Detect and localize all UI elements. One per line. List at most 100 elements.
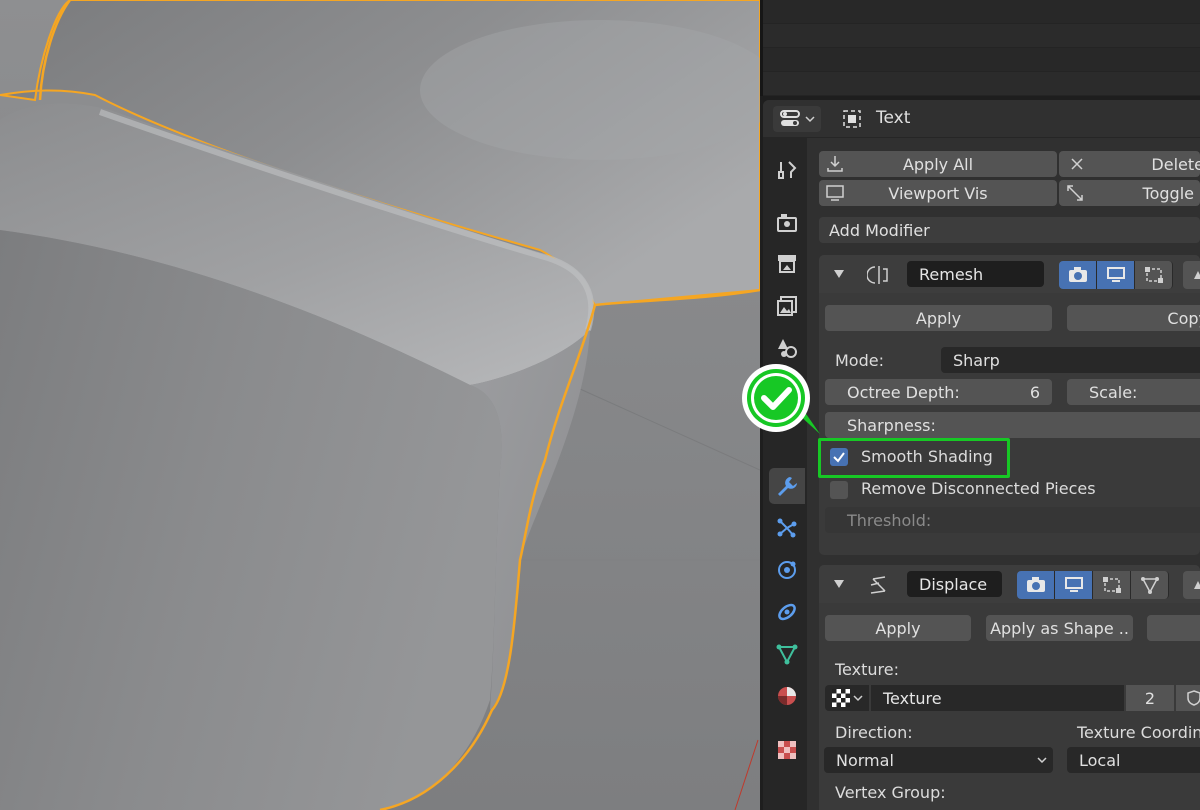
modifier-stack: Apply All Delete Viewport Vis Toggle Add… [807, 138, 1200, 810]
on-cage-icon [1140, 577, 1159, 594]
sharpness-field[interactable]: Sharpness: [825, 412, 1200, 438]
triangle-up-icon [1194, 271, 1200, 279]
remove-disconnected-label[interactable]: Remove Disconnected Pieces [861, 479, 1096, 498]
scale-field[interactable]: Scale: [1067, 379, 1200, 405]
smooth-shading-checkbox[interactable] [830, 448, 848, 466]
mode-dropdown[interactable]: Sharp [941, 347, 1200, 373]
chevron-down-icon [853, 695, 863, 702]
smooth-shading-label[interactable]: Smooth Shading [861, 447, 993, 466]
object-context-icon [843, 110, 861, 128]
tab-output[interactable] [769, 246, 805, 282]
tab-scene[interactable] [769, 330, 805, 366]
tool-icon [778, 161, 797, 179]
texture-coordinates-value: Local [1079, 750, 1121, 770]
texture-browse-button[interactable] [825, 685, 869, 711]
tab-modifiers[interactable] [769, 468, 805, 504]
collapse-triangle-icon[interactable] [833, 579, 845, 589]
outliner-row[interactable] [763, 72, 1200, 96]
tab-object[interactable] [769, 372, 805, 408]
tab-view-layer[interactable] [769, 288, 805, 324]
tab-tool[interactable] [769, 152, 805, 188]
tab-material[interactable] [769, 678, 805, 714]
octree-depth-field[interactable]: Octree Depth: 6 [825, 379, 1052, 405]
displace-copy-button[interactable] [1147, 615, 1200, 641]
outliner-row[interactable] [763, 24, 1200, 48]
shield-icon [1187, 690, 1200, 706]
remesh-visibility-toggles [1059, 261, 1173, 289]
remove-disconnected-checkbox[interactable] [830, 481, 848, 499]
apply-all-button[interactable]: Apply All [819, 151, 1057, 177]
monitor-icon [1064, 577, 1083, 592]
tab-data[interactable] [769, 636, 805, 672]
data-icon [776, 644, 798, 665]
edit-mode-toggle[interactable] [1093, 571, 1131, 599]
texture-name: Texture [883, 688, 942, 708]
tab-physics[interactable] [769, 552, 805, 588]
render-toggle[interactable] [1059, 261, 1097, 289]
threshold-field: Threshold: [825, 507, 1200, 533]
tab-constraints[interactable] [769, 594, 805, 630]
remesh-icon [867, 266, 888, 284]
texture-name-field[interactable]: Texture [871, 685, 1124, 711]
collapse-triangle-icon[interactable] [833, 269, 845, 279]
viewport-toggle[interactable] [1055, 571, 1093, 599]
constraints-icon [778, 603, 796, 621]
displace-panel-header: Displace [819, 565, 1200, 603]
right-editor-column: Text Apply All Delete Viewport Vis Toggl… [760, 0, 1200, 810]
viewport-vis-button[interactable]: Viewport Vis [819, 180, 1057, 206]
add-modifier-label: Add Modifier [829, 220, 930, 240]
displace-name-field[interactable]: Displace [907, 571, 1002, 597]
texture-users-count[interactable]: 2 [1126, 685, 1174, 711]
apply-all-label: Apply All [902, 154, 974, 174]
remesh-modifier-panel: Remesh Apply Cop Mode: Sharp Octree Dept… [819, 255, 1200, 555]
outliner-row[interactable] [763, 0, 1200, 24]
editor-type-dropdown[interactable] [773, 106, 821, 132]
render-toggle[interactable] [1017, 571, 1055, 599]
tab-render[interactable] [769, 204, 805, 240]
remesh-name-field[interactable]: Remesh [907, 261, 1044, 287]
threshold-label: Threshold: [847, 510, 932, 530]
direction-dropdown[interactable]: Normal [824, 747, 1053, 773]
outliner-row[interactable] [763, 48, 1200, 72]
apply-as-shape-label: Apply as Shape .. [990, 618, 1129, 638]
displace-icon [870, 576, 886, 594]
chevron-down-icon [1037, 757, 1047, 764]
properties-editor: Text Apply All Delete Viewport Vis Toggl… [763, 100, 1200, 810]
remesh-move-up-button[interactable] [1183, 261, 1200, 289]
outliner-area[interactable] [760, 0, 1200, 96]
object-icon [781, 384, 793, 396]
toggle-stack-button[interactable]: Toggle [1059, 180, 1200, 206]
sharpness-label: Sharpness: [847, 415, 936, 435]
mode-value: Sharp [953, 350, 1000, 370]
on-cage-toggle[interactable] [1131, 571, 1169, 599]
edit-mode-toggle[interactable] [1135, 261, 1173, 289]
displace-apply-button[interactable]: Apply [825, 615, 971, 641]
viewport-toggle[interactable] [1097, 261, 1135, 289]
3d-viewport[interactable] [0, 0, 760, 810]
edit-mode-icon [1144, 267, 1163, 283]
properties-tabs [763, 138, 807, 810]
displace-visibility-toggles [1017, 571, 1169, 599]
scale-label: Scale: [1089, 382, 1138, 402]
direction-label: Direction: [835, 723, 913, 742]
physics-icon [778, 561, 796, 579]
apply-as-shape-button[interactable]: Apply as Shape .. [986, 615, 1133, 641]
texture-coordinates-dropdown[interactable]: Local [1067, 747, 1200, 773]
tab-texture[interactable] [769, 732, 805, 768]
direction-value: Normal [836, 750, 894, 770]
tab-particles[interactable] [769, 510, 805, 546]
texture-label: Texture: [835, 660, 899, 679]
add-modifier-dropdown[interactable]: Add Modifier [819, 217, 1200, 243]
delete-all-button[interactable]: Delete [1059, 151, 1200, 177]
remesh-apply-button[interactable]: Apply [825, 305, 1052, 331]
properties-header: Text [763, 100, 1200, 138]
fake-user-button[interactable] [1176, 685, 1200, 711]
camera-icon [1068, 267, 1087, 282]
viewport-scene [0, 0, 760, 810]
download-icon [827, 156, 843, 172]
octree-depth-value: 6 [1029, 382, 1040, 402]
remesh-copy-button[interactable]: Copy [1067, 305, 1200, 331]
remesh-copy-label: Copy [1167, 308, 1200, 328]
displace-modifier-panel: Displace Apply Apply as Shape .. Texture… [819, 565, 1200, 810]
displace-move-up-button[interactable] [1183, 571, 1200, 599]
